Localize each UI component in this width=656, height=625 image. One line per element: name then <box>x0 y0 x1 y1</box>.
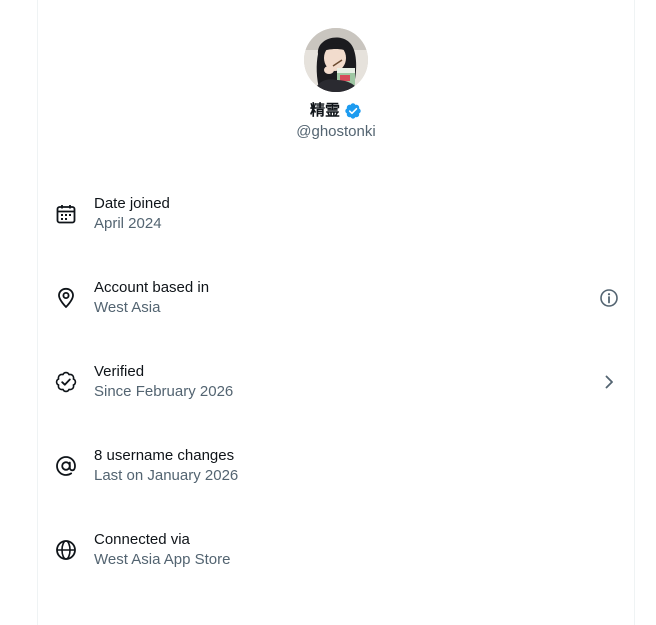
display-name-row: 精霊 <box>0 101 656 121</box>
user-handle: @ghostonki <box>296 123 376 140</box>
row-title: Account based in <box>94 279 210 296</box>
username-changes-text: 8 username changes Last on January 2026 <box>94 446 238 486</box>
date-joined-text: Date joined April 2024 <box>94 194 170 234</box>
row-subtitle: April 2024 <box>94 215 162 232</box>
date-joined-row: Date joined April 2024 <box>37 172 635 256</box>
display-name: 精霊 <box>309 102 340 119</box>
row-subtitle: West Asia App Store <box>94 551 231 568</box>
info-icon[interactable] <box>599 288 619 308</box>
location-pin-icon <box>55 287 77 309</box>
at-sign-icon <box>55 455 77 477</box>
chevron-right-icon[interactable] <box>599 372 619 392</box>
row-title: Connected via <box>94 531 190 548</box>
verified-text: Verified Since February 2026 <box>94 362 233 402</box>
account-based-in-text: Account based in West Asia <box>94 278 209 318</box>
row-subtitle: West Asia <box>94 299 161 316</box>
row-subtitle: Last on January 2026 <box>94 467 239 484</box>
row-title: Verified <box>94 363 145 380</box>
row-title: 8 username changes <box>94 447 235 464</box>
verified-check-icon <box>55 371 77 393</box>
calendar-icon <box>55 203 77 225</box>
account-based-in-row: Account based in West Asia <box>37 256 635 340</box>
connected-via-row: Connected via West Asia App Store <box>37 508 635 592</box>
row-title: Date joined <box>94 195 170 212</box>
avatar[interactable] <box>304 28 368 92</box>
verified-badge-icon[interactable] <box>344 102 362 120</box>
row-subtitle: Since February 2026 <box>94 383 234 400</box>
connected-via-text: Connected via West Asia App Store <box>94 530 230 570</box>
globe-icon <box>55 539 77 561</box>
username-changes-row: 8 username changes Last on January 2026 <box>37 424 635 508</box>
verified-row[interactable]: Verified Since February 2026 <box>37 340 635 424</box>
